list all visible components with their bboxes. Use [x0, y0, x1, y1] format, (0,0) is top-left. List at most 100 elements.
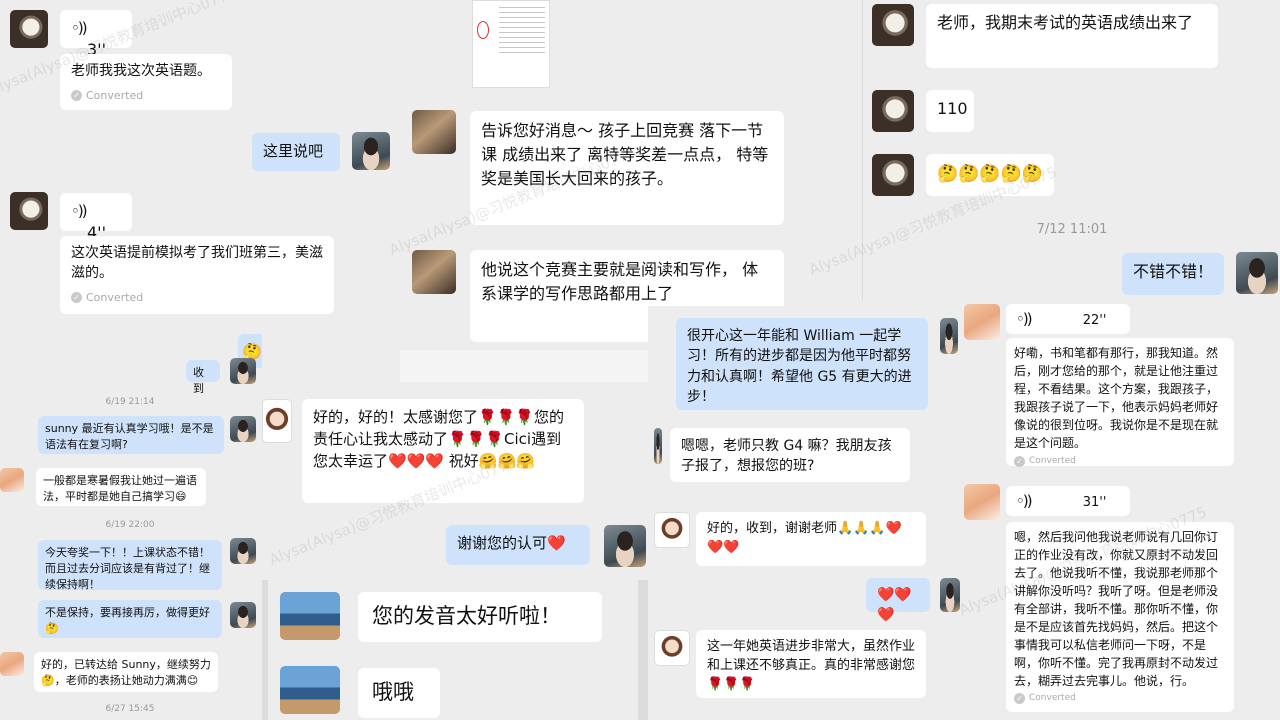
chat-panel-left-small: 🤔🤔🤔🤔 收到 6/19 21:14 sunny 最近有认真学习哦！是不是语法有… — [0, 330, 262, 720]
message-text: 好嘞，书和笔都有那行，那我知道。然后，刚才您给的那个，就是让他注重过程，不看结果… — [1014, 346, 1219, 450]
message-text: 他说这个竞赛主要就是阅读和写作， 体系课学的写作思路都用上了 — [481, 260, 759, 303]
timestamp: 6/19 22:00 — [105, 520, 155, 530]
message-bubble-outgoing[interactable]: 不错不错！ — [1122, 253, 1224, 295]
message-bubble-outgoing[interactable]: 今天夸奖一下！！上课状态不错！而且过去分词应该是有背过了！继续保持啊！ — [38, 540, 222, 591]
avatar[interactable] — [654, 630, 690, 666]
avatar[interactable] — [10, 192, 48, 230]
message-bubble-outgoing[interactable]: sunny 最近有认真学习哦！是不是语法有在复习啊? — [38, 416, 224, 454]
table-preview — [499, 3, 545, 55]
message-bubble-outgoing[interactable]: 这里说吧 — [252, 133, 340, 171]
message-bubble-outgoing[interactable]: 不是保持，要再接再厉，做得更好🤔 — [38, 600, 222, 638]
message-text: 收到 — [193, 366, 204, 395]
converted-label: ✓ Converted — [71, 290, 323, 306]
avatar[interactable] — [10, 10, 48, 48]
message-bubble-outgoing[interactable]: 收到 — [186, 360, 220, 395]
message-bubble[interactable]: 好的，已转达给 Sunny，继续努力🤔，老师的表扬让她动力满满😊 — [34, 652, 218, 692]
voice-icon: ◦)) — [1016, 492, 1033, 510]
avatar[interactable] — [230, 602, 256, 628]
message-text: 哦哦 — [372, 680, 414, 704]
timestamp: 6/19 21:14 — [105, 397, 155, 407]
check-icon: ✓ — [71, 90, 82, 102]
message-text: 好的，收到，谢谢老师🙏🙏🙏❤️❤️❤️ — [707, 521, 902, 555]
message-bubble[interactable]: 一般都是寒暑假我让她过一遍语法，平时都是她自己搞学习😄 — [36, 468, 206, 506]
message-text: 这次英语提前模拟考了我们班第三，美滋滋的。 — [71, 245, 323, 281]
message-text: 嗯嗯，老师只教 G4 嘛？我朋友孩子报了，想报您的班? — [681, 438, 892, 475]
red-circle-mark — [477, 21, 489, 39]
message-bubble[interactable]: 您的发音太好听啦！ — [358, 592, 602, 642]
message-text: sunny 最近有认真学习哦！是不是语法有在复习啊? — [45, 422, 214, 451]
avatar[interactable] — [604, 525, 646, 567]
message-text: 告诉您好消息～ 孩子上回竞赛 落下一节课 成绩出来了 离特等奖差一点点， 特等奖… — [481, 121, 769, 188]
message-text: 谢谢您的认可❤️ — [457, 534, 566, 552]
avatar[interactable] — [280, 666, 340, 714]
chat-panel-center-bottom: 您的发音太好听啦！ 哦哦 — [268, 580, 638, 720]
message-text: 老师我我这次英语题。 — [71, 63, 211, 79]
message-text: 老师，我期末考试的英语成绩出来了 — [937, 13, 1194, 32]
message-text: 这里说吧 — [263, 142, 324, 160]
avatar[interactable] — [964, 484, 1000, 520]
avatar[interactable] — [964, 304, 1000, 340]
avatar[interactable] — [0, 468, 24, 492]
avatar[interactable] — [230, 538, 256, 564]
voice-duration: 31'' — [1082, 495, 1107, 510]
avatar[interactable] — [262, 399, 292, 443]
avatar[interactable] — [872, 4, 914, 46]
avatar[interactable] — [412, 250, 456, 294]
message-bubble[interactable]: 嗯，然后我问他我说老师说有几回你订正的作业没有改，你就又原封不动发回去了。他说我… — [1006, 522, 1234, 712]
chat-panel-far-right: ◦)) 22'' 好嘞，书和笔都有那行，那我知道。然后，刚才您给的那个，就是让他… — [960, 300, 1280, 720]
avatar[interactable] — [940, 578, 960, 612]
document-thumbnail[interactable] — [472, 0, 550, 88]
converted-label: ✓ Converted — [1014, 692, 1226, 706]
voice-message[interactable]: ◦)) 3'' — [60, 10, 132, 59]
avatar[interactable] — [654, 512, 690, 548]
voice-icon: ◦)) — [71, 19, 88, 37]
avatar[interactable] — [872, 154, 914, 196]
voice-icon: ◦)) — [1016, 310, 1033, 328]
message-bubble-outgoing[interactable]: 谢谢您的认可❤️ — [446, 525, 590, 565]
message-bubble-outgoing[interactable]: ❤️❤️❤️ — [866, 578, 930, 623]
chat-panel-left-top: ◦)) 3'' 老师我我这次英语题。 ✓ Converted 这里说吧 ◦)) 4… — [0, 0, 400, 330]
message-bubble[interactable]: 哦哦 — [358, 668, 440, 718]
check-icon: ✓ — [1014, 693, 1025, 705]
chat-panel-right-top: 老师，我期末考试的英语成绩出来了 110 🤔🤔🤔🤔🤔 7/12 11:01 不错… — [862, 0, 1280, 304]
avatar[interactable] — [654, 428, 662, 464]
chat-panel-mid-right: 很开心这一年能和 William 一起学习！所有的进步都是因为他平时都努力和认真… — [648, 306, 960, 720]
message-text: 您的发音太好听啦！ — [372, 604, 561, 628]
blank-strip — [400, 350, 648, 382]
avatar[interactable] — [1236, 252, 1278, 294]
message-text: 一般都是寒暑假我让她过一遍语法，平时都是她自己搞学习😄 — [43, 474, 197, 503]
message-text: 不是保持，要再接再厉，做得更好🤔 — [45, 606, 210, 635]
avatar[interactable] — [352, 132, 390, 170]
message-bubble[interactable]: 🤔🤔🤔🤔🤔 — [926, 154, 1054, 196]
avatar[interactable] — [412, 110, 456, 154]
message-bubble[interactable]: 老师我我这次英语题。 ✓ Converted — [60, 54, 232, 110]
message-bubble[interactable]: 这次英语提前模拟考了我们班第三，美滋滋的。 ✓ Converted — [60, 236, 334, 314]
panel-divider — [862, 0, 863, 300]
avatar[interactable] — [0, 652, 24, 676]
message-text: 今天夸奖一下！！上课状态不错！而且过去分词应该是有背过了！继续保持啊！ — [45, 546, 210, 591]
message-bubble-outgoing[interactable]: 很开心这一年能和 William 一起学习！所有的进步都是因为他平时都努力和认真… — [676, 318, 928, 410]
avatar[interactable] — [230, 358, 256, 384]
avatar[interactable] — [872, 90, 914, 132]
message-bubble[interactable]: 好的，收到，谢谢老师🙏🙏🙏❤️❤️❤️ — [696, 512, 926, 566]
message-bubble[interactable]: 好嘞，书和笔都有那行，那我知道。然后，刚才您给的那个，就是让他注重过程，不看结果… — [1006, 338, 1234, 469]
converted-label: ✓ Converted — [71, 88, 221, 104]
voice-message[interactable]: ◦)) 22'' — [1006, 304, 1130, 334]
voice-message[interactable]: ◦)) 31'' — [1006, 486, 1130, 516]
message-bubble[interactable]: 110 — [926, 90, 974, 132]
message-bubble[interactable]: 告诉您好消息～ 孩子上回竞赛 落下一节课 成绩出来了 离特等奖差一点点， 特等奖… — [470, 111, 784, 225]
chat-panel-center-mid: 好的，好的！太感谢您了🌹🌹🌹您的责任心让我太感动了🌹🌹🌹Cici遇到您太幸运了❤… — [262, 385, 648, 580]
message-bubble[interactable]: 好的，好的！太感谢您了🌹🌹🌹您的责任心让我太感动了🌹🌹🌹Cici遇到您太幸运了❤… — [302, 399, 584, 503]
message-bubble[interactable]: 嗯嗯，老师只教 G4 嘛？我朋友孩子报了，想报您的班? — [670, 428, 910, 482]
panel-divider — [262, 580, 268, 720]
message-text: 好的，好的！太感谢您了🌹🌹🌹您的责任心让我太感动了🌹🌹🌹Cici遇到您太幸运了❤… — [313, 408, 565, 470]
voice-message[interactable]: ◦)) 4'' — [60, 193, 132, 242]
message-text: 很开心这一年能和 William 一起学习！所有的进步都是因为他平时都努力和认真… — [687, 328, 912, 405]
converted-label: ✓ Converted — [1014, 455, 1226, 469]
avatar[interactable] — [230, 416, 256, 442]
message-bubble[interactable]: 老师，我期末考试的英语成绩出来了 — [926, 4, 1218, 68]
avatar[interactable] — [280, 592, 340, 640]
timestamp: 7/12 11:01 — [1036, 222, 1108, 237]
avatar[interactable] — [940, 318, 958, 354]
message-bubble[interactable]: 这一年她英语进步非常大，虽然作业和上课还不够真正。真的非常感谢您🌹🌹🌹 — [696, 630, 926, 698]
